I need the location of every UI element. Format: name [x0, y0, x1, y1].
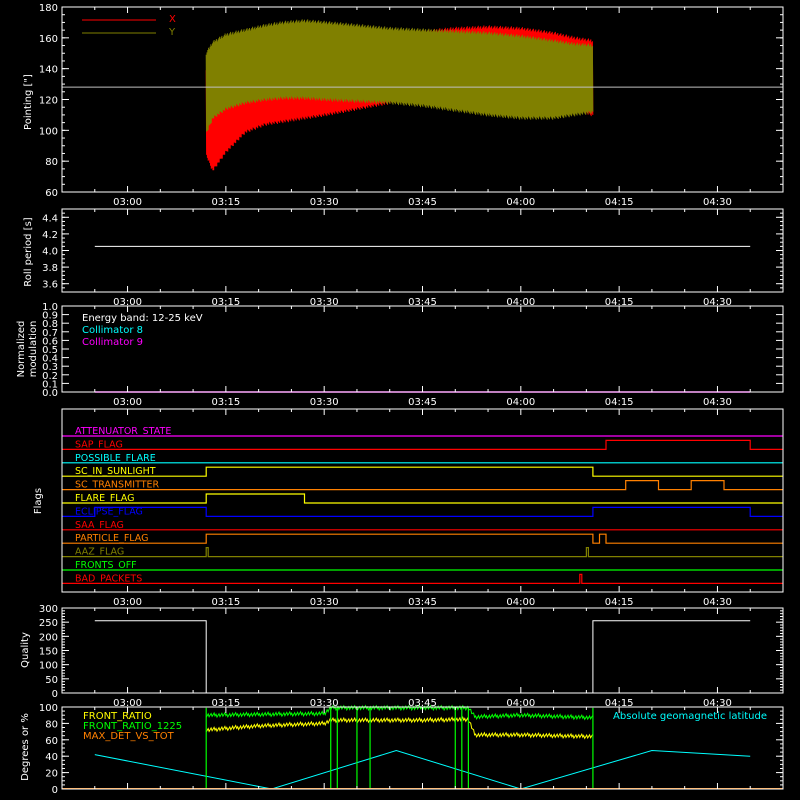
y-tick-label: 60	[45, 188, 58, 199]
x-tick-label: 03:30	[310, 597, 339, 608]
y-tick-label: 300	[39, 604, 58, 615]
y-tick-label: 200	[39, 632, 58, 643]
y-tick-label: 3.8	[42, 263, 58, 274]
collimator-9-label: Collimator 9	[82, 337, 143, 348]
x-tick-label: 03:00	[113, 597, 142, 608]
x-tick-label: 04:30	[703, 397, 732, 408]
y-tick-label: 1.0	[42, 302, 58, 313]
y-tick-label: 4.0	[42, 247, 58, 258]
energy-band-label: Energy band: 12-25 keV	[82, 313, 203, 324]
legend-max-det-vs-tot: MAX_DET_VS_TOT	[83, 731, 175, 742]
flag-label-eclipse-flag: ECLIPSE_FLAG	[75, 506, 143, 517]
x-tick-label: 03:00	[113, 397, 142, 408]
y-tick-label: 180	[39, 3, 58, 14]
legend-geomagnetic-latitude: Absolute geomagnetic latitude	[613, 711, 767, 722]
flags-ylabel: Flags	[33, 488, 44, 514]
x-tick-label: 04:15	[605, 597, 634, 608]
flag-label-flare-flag: FLARE_FLAG	[75, 493, 135, 504]
modulation-ylabel-line1: Normalized	[16, 321, 27, 378]
y-tick-label: 160	[39, 34, 58, 45]
y-tick-label: 60	[45, 736, 58, 747]
x-tick-label: 03:45	[408, 597, 437, 608]
legend-label-x: X	[169, 14, 176, 25]
flag-label-saa-flag: SAA_FLAG	[75, 520, 124, 531]
ratios-ylabel: Degrees or %	[20, 713, 31, 781]
x-tick-label: 04:30	[703, 197, 732, 208]
x-tick-label: 04:30	[703, 597, 732, 608]
flag-label-sap-flag: SAP_FLAG	[75, 439, 123, 450]
y-tick-label: 0	[52, 689, 58, 700]
y-tick-label: 140	[39, 65, 58, 76]
flag-label-sc-in-sunlight: SC_IN_SUNLIGHT	[75, 466, 156, 477]
y-tick-label: 4.2	[42, 230, 58, 241]
y-tick-label: 120	[39, 96, 58, 107]
x-tick-label: 03:00	[113, 197, 142, 208]
x-tick-label: 03:15	[211, 397, 240, 408]
x-tick-label: 04:15	[605, 397, 634, 408]
y-tick-label: 50	[45, 675, 58, 686]
quality-ylabel: Quality	[20, 632, 31, 668]
flag-label-aaz-flag: AAZ_FLAG	[75, 547, 124, 558]
x-tick-label: 03:30	[310, 397, 339, 408]
flag-label-possible-flare: POSSIBLE_FLARE	[75, 453, 156, 464]
flag-label-bad-packets: BAD_PACKETS	[75, 573, 142, 584]
y-tick-label: 40	[45, 752, 58, 763]
x-tick-label: 04:00	[506, 197, 535, 208]
flag-label-particle-flag: PARTICLE_FLAG	[75, 533, 148, 544]
pointing-ylabel: Pointing ["]	[23, 74, 34, 130]
x-tick-label: 03:45	[408, 197, 437, 208]
y-tick-label: 150	[39, 647, 58, 658]
x-tick-label: 03:30	[310, 197, 339, 208]
x-tick-label: 03:15	[211, 197, 240, 208]
y-tick-label: 100	[39, 661, 58, 672]
x-tick-label: 04:00	[506, 597, 535, 608]
y-tick-label: 20	[45, 769, 58, 780]
y-tick-label: 100	[39, 126, 58, 137]
x-tick-label: 04:15	[605, 197, 634, 208]
x-tick-label: 03:45	[408, 397, 437, 408]
y-tick-label: 80	[45, 719, 58, 730]
y-tick-label: 3.6	[42, 280, 58, 291]
y-tick-label: 100	[39, 703, 58, 714]
y-tick-label: 250	[39, 618, 58, 629]
collimator-8-label: Collimator 8	[82, 325, 143, 336]
x-tick-label: 03:15	[211, 597, 240, 608]
x-tick-label: 04:00	[506, 397, 535, 408]
flag-label-attenuator-state: ATTENUATOR_STATE	[75, 426, 171, 437]
ops-summary-figure: 03:00 03:15 03:30 03:45 04:00 04:15 04:30 60 80 1…	[0, 0, 800, 800]
y-tick-label: 4.4	[42, 213, 58, 224]
flag-label-fronts-off: FRONTS_OFF	[75, 560, 137, 571]
flag-label-sc-transmitter: SC_TRANSMITTER	[75, 480, 160, 491]
legend-label-y: Y	[168, 27, 176, 38]
y-tick-label: 80	[45, 157, 58, 168]
y-tick-label: 0	[52, 785, 58, 796]
roll-period-ylabel: Roll period [s]	[23, 217, 34, 286]
modulation-ylabel-line2: modulation	[28, 321, 39, 378]
